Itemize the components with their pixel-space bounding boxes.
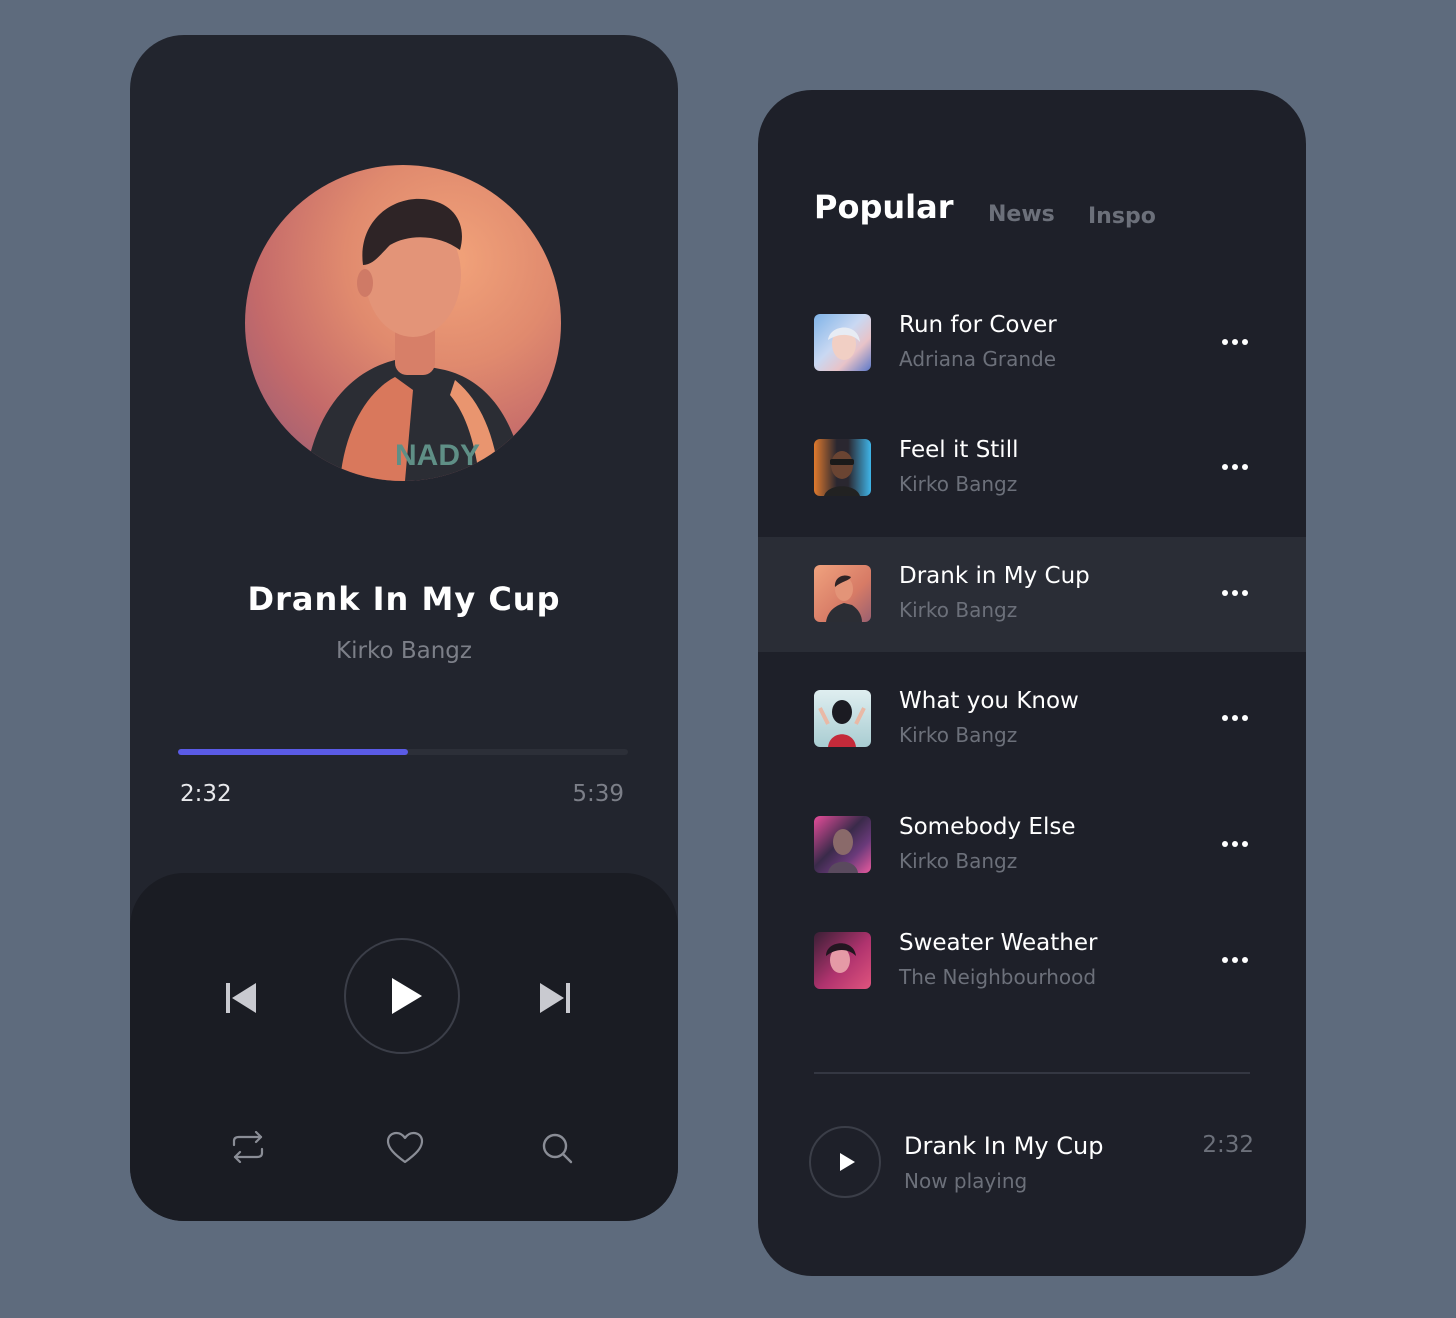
album-cover: NADY [245,165,561,481]
play-icon [840,1153,855,1171]
track-item[interactable]: Run for Cover Adriana Grande [758,286,1306,401]
now-playing-label: Now playing [904,1169,1028,1193]
track-title: Drank in My Cup [899,563,1090,589]
progress-bar[interactable] [178,749,628,755]
playlist-screen: Popular News Inspo Run for Cover Adriana… [758,90,1306,1276]
more-dots-icon[interactable] [1222,583,1250,603]
track-artist: Kirko Bangz [899,723,1018,747]
song-title: Drank In My Cup [247,580,561,618]
track-title: Feel it Still [899,437,1019,463]
now-playing-title: Drank In My Cup [904,1132,1104,1160]
heart-icon[interactable] [386,1131,424,1169]
search-icon[interactable] [540,1131,574,1169]
time-total: 5:39 [572,781,624,807]
track-artist: Kirko Bangz [899,849,1018,873]
tab-popular[interactable]: Popular [814,188,953,226]
more-dots-icon[interactable] [1222,950,1250,970]
repeat-icon[interactable] [230,1130,266,1167]
track-item[interactable]: Feel it Still Kirko Bangz [758,411,1306,526]
track-title: Sweater Weather [899,930,1098,956]
track-artist: Adriana Grande [899,347,1057,371]
time-elapsed: 2:32 [180,781,232,807]
track-item[interactable]: What you Know Kirko Bangz [758,662,1306,777]
track-title: Run for Cover [899,312,1057,338]
track-artist: Kirko Bangz [899,472,1018,496]
more-dots-icon[interactable] [1222,457,1250,477]
track-item[interactable]: Sweater Weather The Neighbourhood [758,904,1306,1019]
track-thumbnail [814,690,871,747]
track-thumbnail [814,439,871,496]
track-thumbnail [814,565,871,622]
song-artist: Kirko Bangz [336,638,472,664]
svg-text:NADY: NADY [395,439,480,472]
track-item-selected[interactable]: Drank in My Cup Kirko Bangz [758,537,1306,652]
track-artist: The Neighbourhood [899,965,1097,989]
play-icon [392,978,422,1014]
controls-panel [130,873,678,1221]
more-dots-icon[interactable] [1222,708,1250,728]
more-dots-icon[interactable] [1222,332,1250,352]
more-dots-icon[interactable] [1222,834,1250,854]
track-thumbnail [814,314,871,371]
track-title: What you Know [899,688,1079,714]
progress-fill [178,749,408,755]
player-screen: NADY Drank In My Cup Kirko Bangz 2:32 5:… [130,35,678,1221]
track-item[interactable]: Somebody Else Kirko Bangz [758,788,1306,903]
track-artist: Kirko Bangz [899,598,1018,622]
play-button[interactable] [344,938,460,1054]
skip-back-icon[interactable] [224,981,258,1019]
tab-inspo[interactable]: Inspo [1088,204,1156,229]
now-playing-time: 2:32 [1202,1132,1254,1158]
now-playing-play-button[interactable] [809,1126,881,1198]
track-title: Somebody Else [899,814,1076,840]
skip-forward-icon[interactable] [538,981,572,1019]
track-thumbnail [814,816,871,873]
divider [814,1072,1250,1074]
track-thumbnail [814,932,871,989]
tab-news[interactable]: News [988,202,1055,227]
